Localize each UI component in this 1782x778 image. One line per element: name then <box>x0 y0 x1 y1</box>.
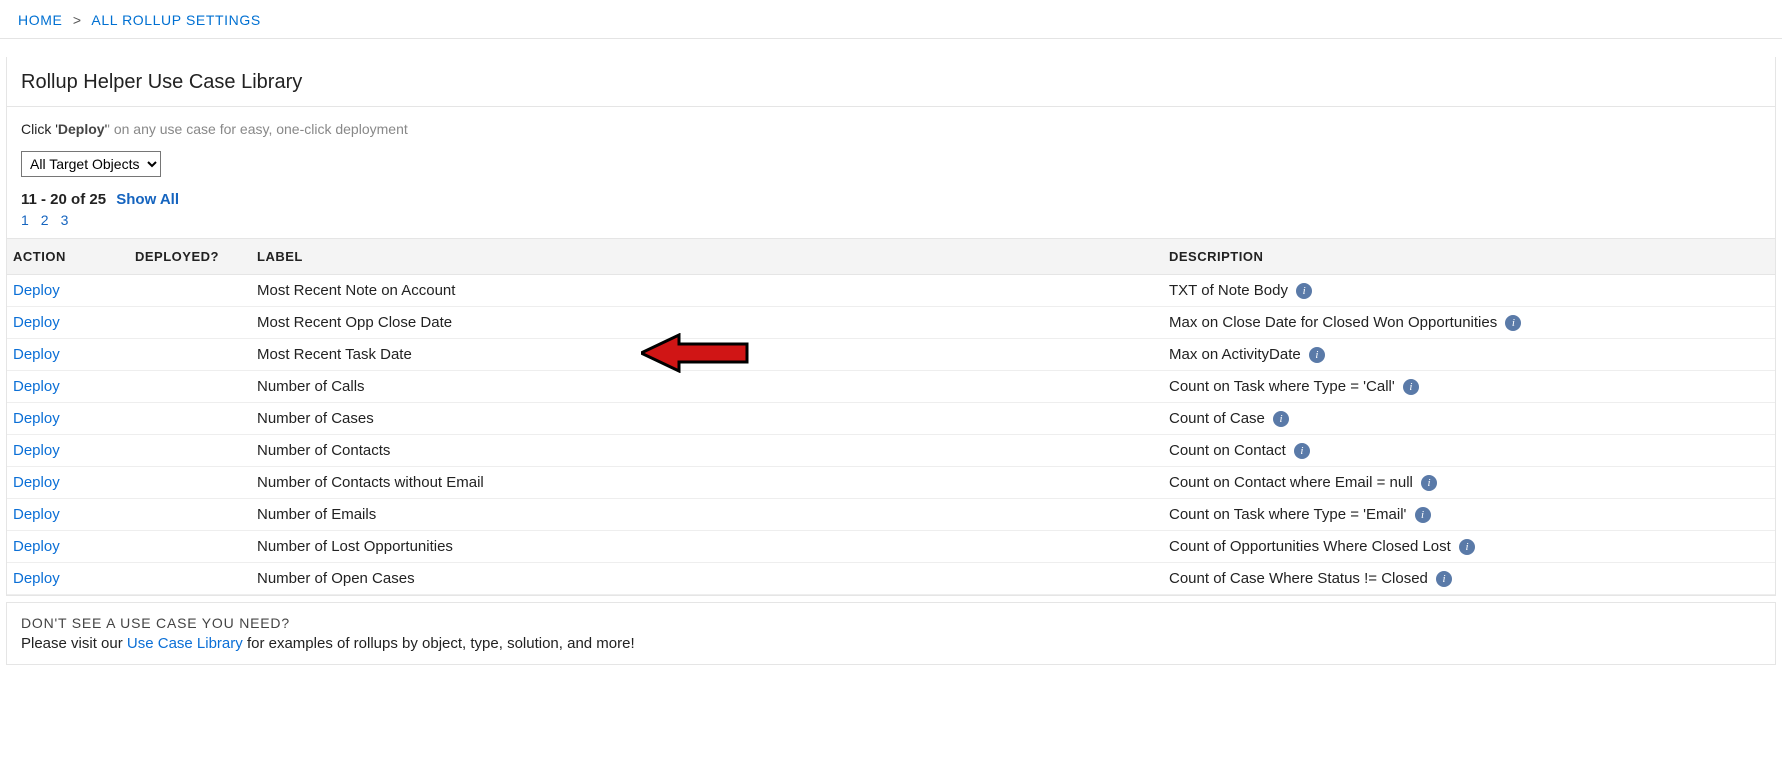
target-object-select[interactable]: All Target Objects <box>21 151 161 177</box>
deploy-link[interactable]: Deploy <box>13 570 60 587</box>
label-cell: Most Recent Note on Account <box>251 275 1163 307</box>
deploy-link[interactable]: Deploy <box>13 378 60 395</box>
info-icon[interactable]: i <box>1273 411 1289 427</box>
deploy-link[interactable]: Deploy <box>13 506 60 523</box>
deployed-cell <box>129 307 251 339</box>
description-cell: Count on Contact i <box>1163 435 1775 467</box>
footer-panel: DON'T SEE A USE CASE YOU NEED? Please vi… <box>6 602 1776 665</box>
info-icon[interactable]: i <box>1505 315 1521 331</box>
info-icon[interactable]: i <box>1421 475 1437 491</box>
label-cell: Number of Lost Opportunities <box>251 531 1163 563</box>
deployed-cell <box>129 499 251 531</box>
deployed-cell <box>129 435 251 467</box>
table-row: Deploy Number of ContactsCount on Contact… <box>7 435 1775 467</box>
deploy-link[interactable]: Deploy <box>13 282 60 299</box>
show-all-link[interactable]: Show All <box>116 191 179 208</box>
table-row: Deploy Most Recent Task DateMax on Activi… <box>7 339 1775 371</box>
deploy-link[interactable]: Deploy <box>13 442 60 459</box>
description-cell: Count of Case i <box>1163 403 1775 435</box>
label-cell: Number of Calls <box>251 371 1163 403</box>
table-row: Deploy Number of CallsCount on Task where… <box>7 371 1775 403</box>
paging-range: 11 - 20 of 25 <box>21 191 106 208</box>
page-link-1[interactable]: 1 <box>21 212 29 228</box>
deployed-cell <box>129 403 251 435</box>
description-cell: Count on Task where Type = 'Email' i <box>1163 499 1775 531</box>
label-cell: Number of Contacts <box>251 435 1163 467</box>
use-case-table: ACTION DEPLOYED? LABEL DESCRIPTION Deplo… <box>7 238 1775 595</box>
deploy-link[interactable]: Deploy <box>13 538 60 555</box>
footer-line: Please visit our Use Case Library for ex… <box>21 635 1761 652</box>
info-icon[interactable]: i <box>1309 347 1325 363</box>
info-icon[interactable]: i <box>1415 507 1431 523</box>
description-cell: Count on Contact where Email = null i <box>1163 467 1775 499</box>
description-cell: Max on ActivityDate i <box>1163 339 1775 371</box>
deploy-link[interactable]: Deploy <box>13 410 60 427</box>
description-cell: Max on Close Date for Closed Won Opportu… <box>1163 307 1775 339</box>
page-link-3[interactable]: 3 <box>61 212 69 228</box>
label-cell: Number of Cases <box>251 403 1163 435</box>
description-cell: Count of Opportunities Where Closed Lost… <box>1163 531 1775 563</box>
table-row: Deploy Number of Lost OpportunitiesCount … <box>7 531 1775 563</box>
label-cell: Number of Open Cases <box>251 563 1163 595</box>
description-cell: TXT of Note Body i <box>1163 275 1775 307</box>
label-cell: Most Recent Task Date <box>251 339 1163 371</box>
description-cell: Count on Task where Type = 'Call' i <box>1163 371 1775 403</box>
footer-heading: DON'T SEE A USE CASE YOU NEED? <box>21 615 1761 631</box>
table-row: Deploy Most Recent Opp Close DateMax on C… <box>7 307 1775 339</box>
use-case-library-link[interactable]: Use Case Library <box>127 635 243 652</box>
info-icon[interactable]: i <box>1459 539 1475 555</box>
deployed-cell <box>129 531 251 563</box>
deployed-cell <box>129 339 251 371</box>
label-cell: Most Recent Opp Close Date <box>251 307 1163 339</box>
deployed-cell <box>129 371 251 403</box>
breadcrumb-sep: > <box>73 12 82 28</box>
col-description: DESCRIPTION <box>1163 239 1775 275</box>
page-link-2[interactable]: 2 <box>41 212 49 228</box>
info-icon[interactable]: i <box>1294 443 1310 459</box>
table-row: Deploy Number of Contacts without EmailCo… <box>7 467 1775 499</box>
deploy-link[interactable]: Deploy <box>13 474 60 491</box>
deploy-hint: Click 'Deploy'' on any use case for easy… <box>21 121 1761 137</box>
col-label: LABEL <box>251 239 1163 275</box>
paging-pages: 123 <box>21 212 1761 228</box>
label-cell: Number of Emails <box>251 499 1163 531</box>
deploy-link[interactable]: Deploy <box>13 314 60 331</box>
table-row: Deploy Most Recent Note on AccountTXT of … <box>7 275 1775 307</box>
breadcrumb-all-rollup-settings[interactable]: ALL ROLLUP SETTINGS <box>91 12 260 28</box>
info-icon[interactable]: i <box>1436 571 1452 587</box>
table-row: Deploy Number of EmailsCount on Task wher… <box>7 499 1775 531</box>
info-icon[interactable]: i <box>1296 283 1312 299</box>
deployed-cell <box>129 563 251 595</box>
page-title: Rollup Helper Use Case Library <box>7 57 1775 107</box>
col-deployed: DEPLOYED? <box>129 239 251 275</box>
deployed-cell <box>129 467 251 499</box>
deployed-cell <box>129 275 251 307</box>
breadcrumb-home[interactable]: HOME <box>18 12 62 28</box>
info-icon[interactable]: i <box>1403 379 1419 395</box>
deploy-link[interactable]: Deploy <box>13 346 60 363</box>
table-row: Deploy Number of Open CasesCount of Case … <box>7 563 1775 595</box>
breadcrumb: HOME > ALL ROLLUP SETTINGS <box>0 0 1782 39</box>
table-row: Deploy Number of CasesCount of Case i <box>7 403 1775 435</box>
col-action: ACTION <box>7 239 129 275</box>
label-cell: Number of Contacts without Email <box>251 467 1163 499</box>
description-cell: Count of Case Where Status != Closed i <box>1163 563 1775 595</box>
